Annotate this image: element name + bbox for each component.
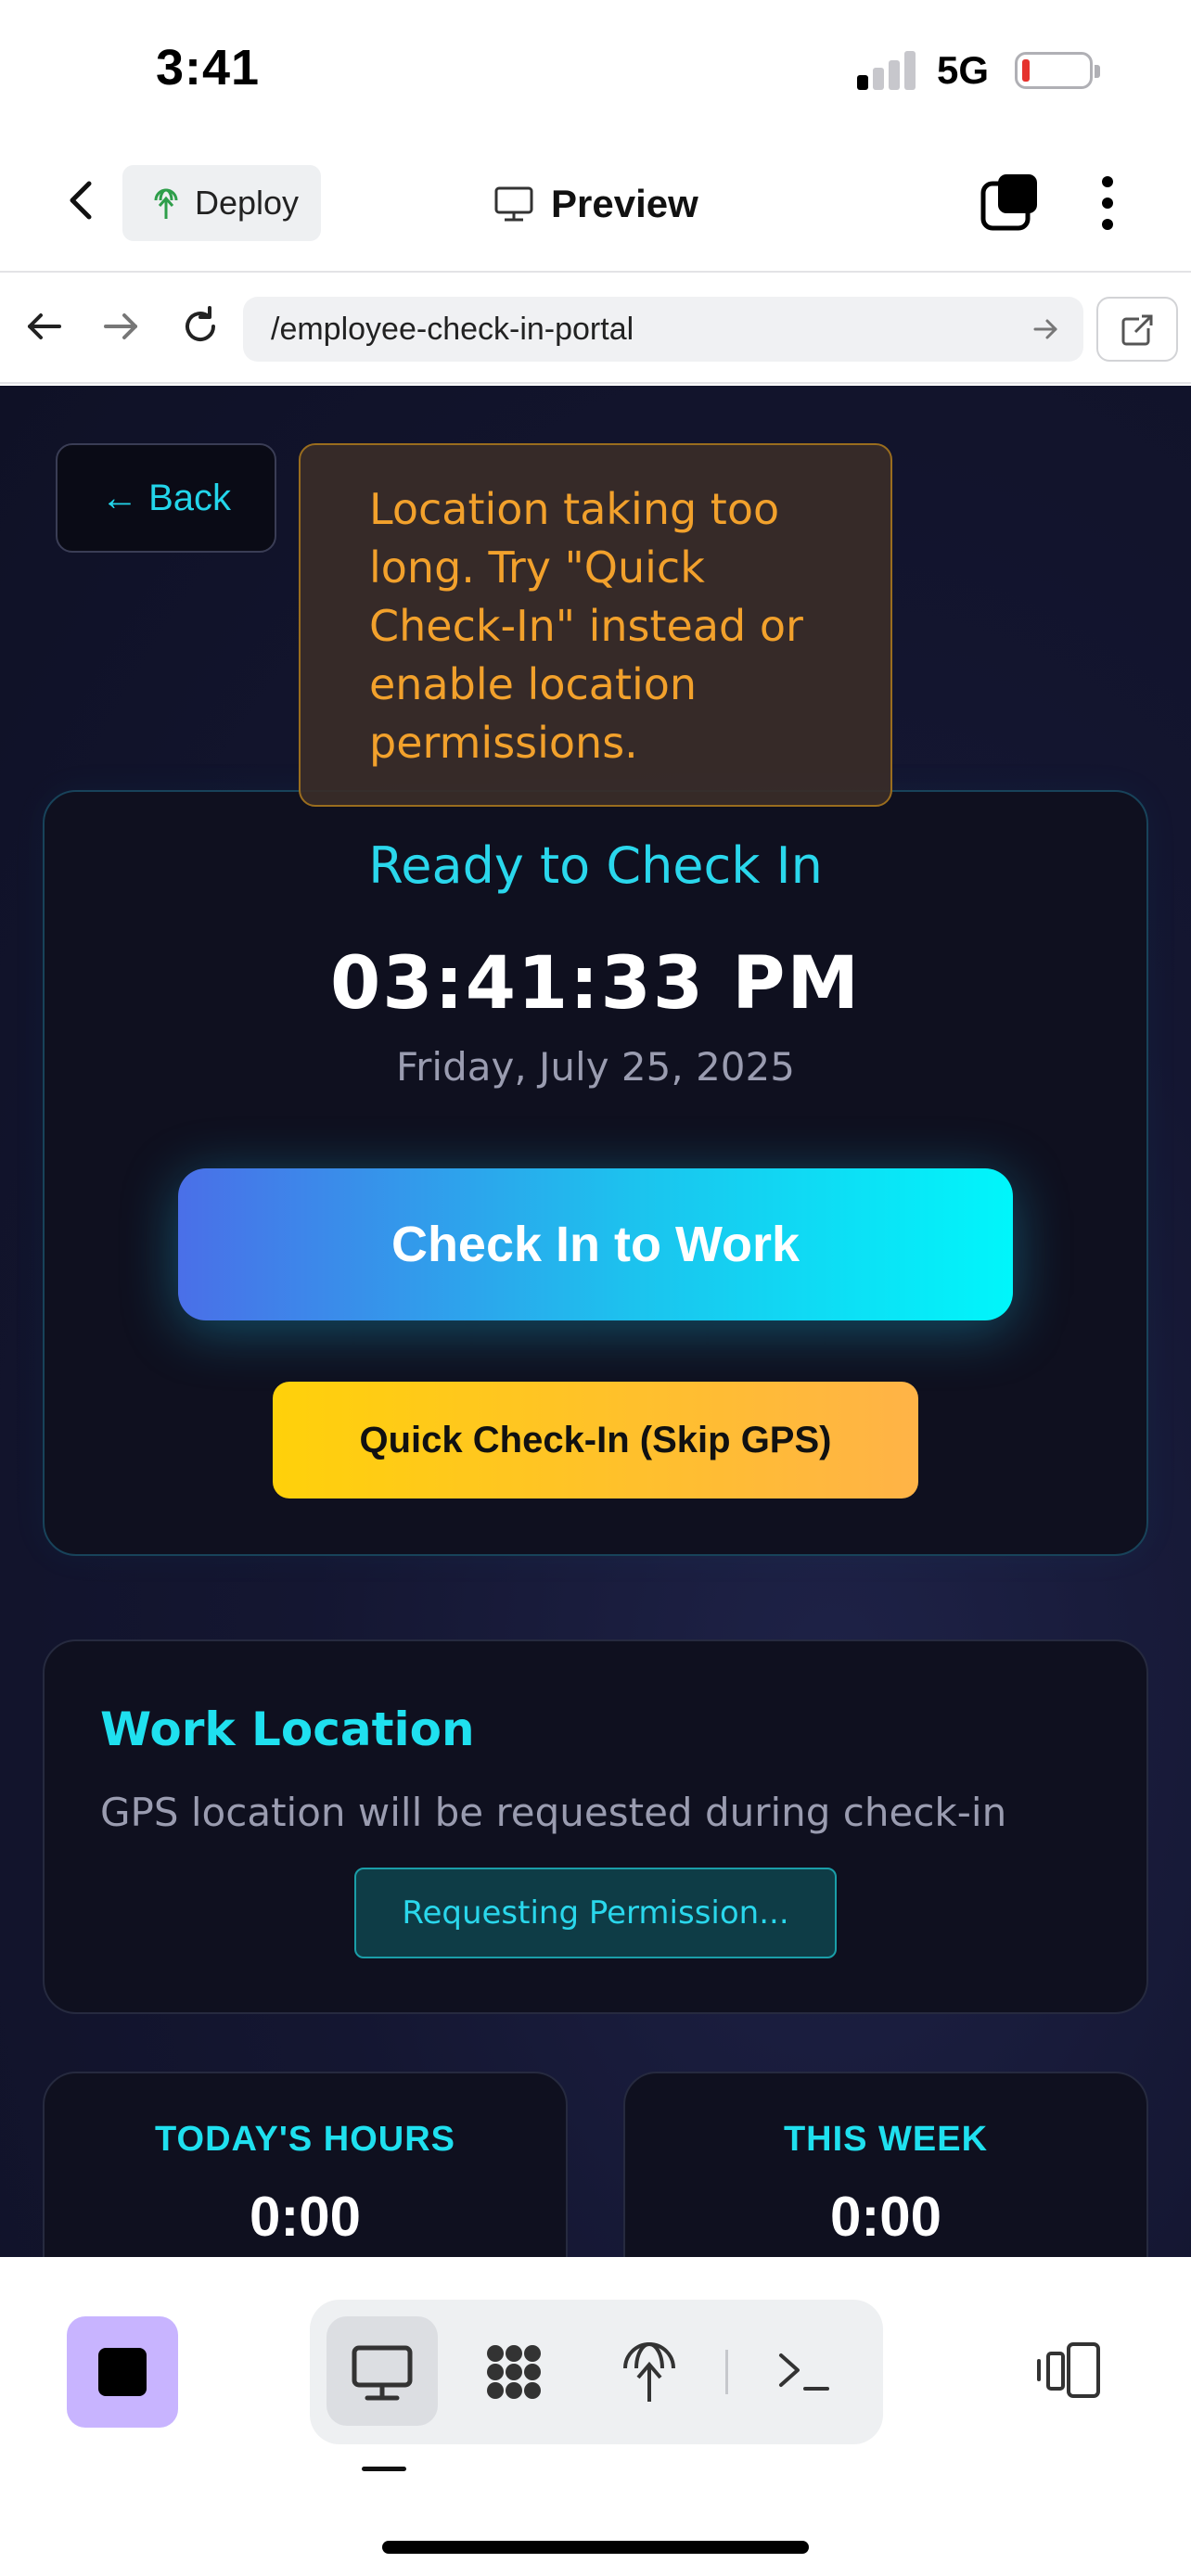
back-chevron-icon[interactable] [56,174,108,226]
status-title: Ready to Check In [368,836,823,895]
preview-label: Preview [551,182,698,225]
open-external-button[interactable] [1096,297,1178,362]
back-arrow-icon[interactable] [20,302,69,351]
home-indicator [382,2541,809,2554]
battery-tip [1095,65,1100,78]
this-week-value: 0:00 [829,2186,942,2248]
browser-bar: /employee-check-in-portal [0,274,1191,384]
view-divider [725,2350,728,2394]
toast-text: Location taking too long. Try "Quick Che… [369,484,803,768]
stop-button[interactable] [67,2316,178,2428]
devices-icon[interactable] [1033,2335,1104,2405]
deploy-icon[interactable] [614,2337,685,2407]
reload-icon[interactable] [176,302,224,351]
requesting-permission-button[interactable]: Requesting Permission... [354,1868,837,1958]
terminal-icon[interactable] [770,2337,840,2407]
todays-hours-value: 0:00 [249,2186,362,2248]
app-toolbar: Deploy Preview [0,139,1191,273]
bottom-dock [0,2257,1191,2576]
grid-icon[interactable] [479,2337,549,2407]
more-options-icon[interactable] [1093,174,1122,232]
check-in-button[interactable]: Check In to Work [178,1168,1013,1320]
status-bar: 3:41 5G [0,0,1191,139]
screen: 3:41 5G Deploy Preview /employee-check-i… [0,0,1191,2576]
desktop-icon[interactable] [347,2337,417,2407]
forward-arrow-icon[interactable] [96,302,145,351]
work-location-text: GPS location will be requested during ch… [100,1790,1007,1835]
this-week-label: THIS WEEK [783,2120,989,2159]
deploy-label: Deploy [195,184,300,222]
tabs-icon[interactable] [980,172,1041,234]
back-button[interactable]: ← Back [56,443,276,553]
signal-icon [857,51,916,90]
url-field[interactable]: /employee-check-in-portal [243,297,1083,362]
preview-title[interactable]: Preview [493,176,698,232]
current-date: Friday, July 25, 2025 [396,1044,795,1090]
url-text: /employee-check-in-portal [271,312,634,347]
external-link-icon [1121,314,1153,346]
todays-hours-label: TODAY'S HOURS [155,2120,455,2159]
web-content: ← Back Location taking too long. Try "Qu… [0,386,1191,2257]
active-view-indicator [362,2467,406,2471]
deploy-button[interactable]: Deploy [122,165,321,241]
work-location-title: Work Location [100,1702,475,1756]
battery-icon [1015,52,1093,89]
quick-check-in-button[interactable]: Quick Check-In (Skip GPS) [273,1382,918,1498]
view-switcher [310,2300,883,2444]
deploy-icon [154,188,178,219]
stop-icon [98,2348,147,2396]
location-warning-toast: Location taking too long. Try "Quick Che… [299,443,892,807]
go-arrow-icon[interactable] [1030,313,1061,345]
status-time: 3:41 [156,40,261,96]
back-button-label: ← Back [100,477,232,518]
current-time: 03:41:33 PM [330,942,861,1026]
network-label: 5G [937,48,990,92]
monitor-icon [494,186,533,222]
